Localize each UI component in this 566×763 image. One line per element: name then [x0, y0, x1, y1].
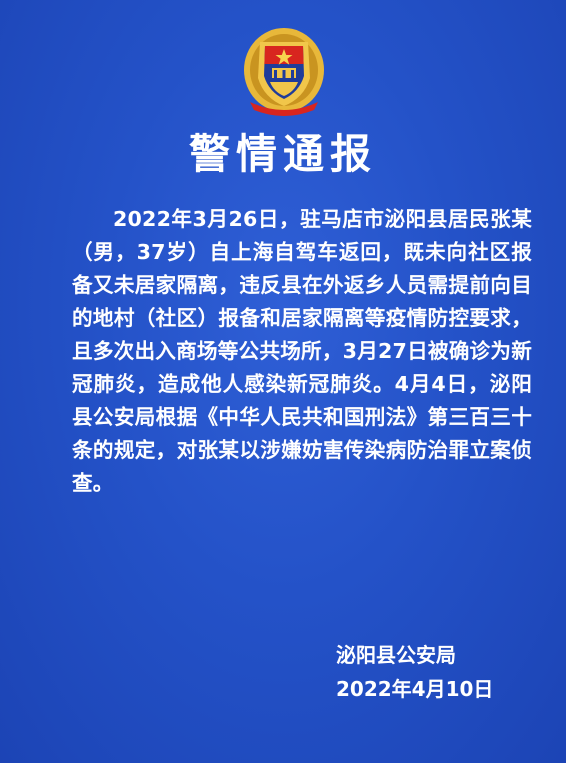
notice-body: 2022年3月26日，驻马店市泌阳县居民张某（男，37岁）自上海自驾车返回，既未… [72, 207, 532, 495]
signature-org: 泌阳县公安局 [336, 643, 456, 667]
signature-block: 泌阳县公安局 2022年4月10日 [336, 638, 536, 706]
signature-date: 2022年4月10日 [336, 677, 494, 701]
police-emblem-icon [244, 28, 324, 116]
notice-poster: 警情通报 2022年3月26日，驻马店市泌阳县居民张某（男，37岁）自上海自驾车… [0, 0, 566, 763]
notice-title: 警情通报 [189, 130, 377, 178]
